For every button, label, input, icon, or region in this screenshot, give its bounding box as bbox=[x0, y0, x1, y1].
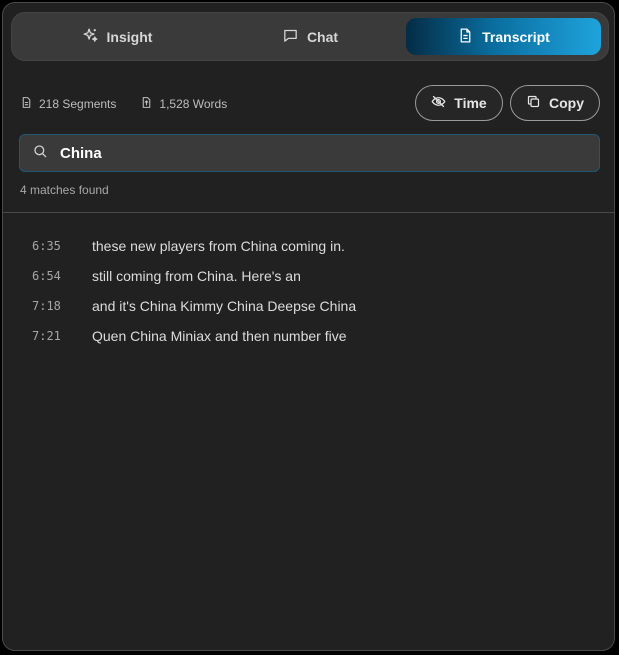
segment-text: still coming from China. Here's an bbox=[92, 268, 301, 284]
segment-timestamp[interactable]: 6:54 bbox=[32, 269, 90, 283]
tab-insight-label: Insight bbox=[106, 28, 153, 45]
words-count: 1,528 Words bbox=[159, 97, 228, 111]
chat-bubble-icon bbox=[282, 27, 299, 47]
search-box[interactable] bbox=[19, 134, 600, 172]
search-input[interactable] bbox=[58, 143, 599, 163]
match-count: 4 matches found bbox=[20, 183, 109, 197]
search-icon bbox=[20, 143, 48, 164]
transcript-panel: Insight Chat Transcript 218 Segments 1,5… bbox=[2, 2, 615, 651]
tab-insight[interactable]: Insight bbox=[20, 18, 214, 55]
tab-transcript-label: Transcript bbox=[482, 28, 550, 45]
transcript-row[interactable]: 7:21 Quen China Miniax and then number f… bbox=[3, 321, 614, 351]
segment-text: and it's China Kimmy China Deepse China bbox=[92, 298, 357, 314]
toggle-time-button[interactable]: Time bbox=[415, 85, 503, 121]
segment-timestamp[interactable]: 6:35 bbox=[32, 239, 90, 253]
transcript-list: 6:35 these new players from China coming… bbox=[3, 231, 614, 351]
eye-off-icon bbox=[431, 94, 446, 112]
tab-chat[interactable]: Chat bbox=[213, 18, 407, 55]
tab-chat-label: Chat bbox=[306, 28, 339, 45]
segments-stat: 218 Segments bbox=[20, 96, 116, 112]
segment-timestamp[interactable]: 7:18 bbox=[32, 299, 90, 313]
copy-button-label: Copy bbox=[549, 95, 584, 111]
words-stat: 1,528 Words bbox=[140, 96, 227, 112]
transcript-row[interactable]: 7:18 and it's China Kimmy China Deepse C… bbox=[3, 291, 614, 321]
transcript-row[interactable]: 6:35 these new players from China coming… bbox=[3, 231, 614, 261]
segment-text: Quen China Miniax and then number five bbox=[92, 328, 347, 344]
copy-icon bbox=[526, 94, 541, 112]
segments-count: 218 Segments bbox=[39, 97, 117, 111]
sparkles-icon bbox=[82, 27, 99, 47]
segment-text: these new players from China coming in. bbox=[92, 238, 345, 254]
copy-button[interactable]: Copy bbox=[510, 85, 600, 121]
transcript-row[interactable]: 6:54 still coming from China. Here's an bbox=[3, 261, 614, 291]
time-button-label: Time bbox=[454, 95, 487, 111]
document-icon bbox=[457, 27, 474, 47]
transcript-stats: 218 Segments 1,528 Words bbox=[20, 96, 227, 112]
divider bbox=[3, 212, 614, 213]
segment-timestamp[interactable]: 7:21 bbox=[32, 329, 90, 343]
file-text-icon bbox=[140, 96, 153, 112]
tab-transcript[interactable]: Transcript bbox=[406, 18, 601, 55]
document-icon bbox=[20, 96, 33, 112]
tab-bar: Insight Chat Transcript bbox=[11, 12, 609, 61]
